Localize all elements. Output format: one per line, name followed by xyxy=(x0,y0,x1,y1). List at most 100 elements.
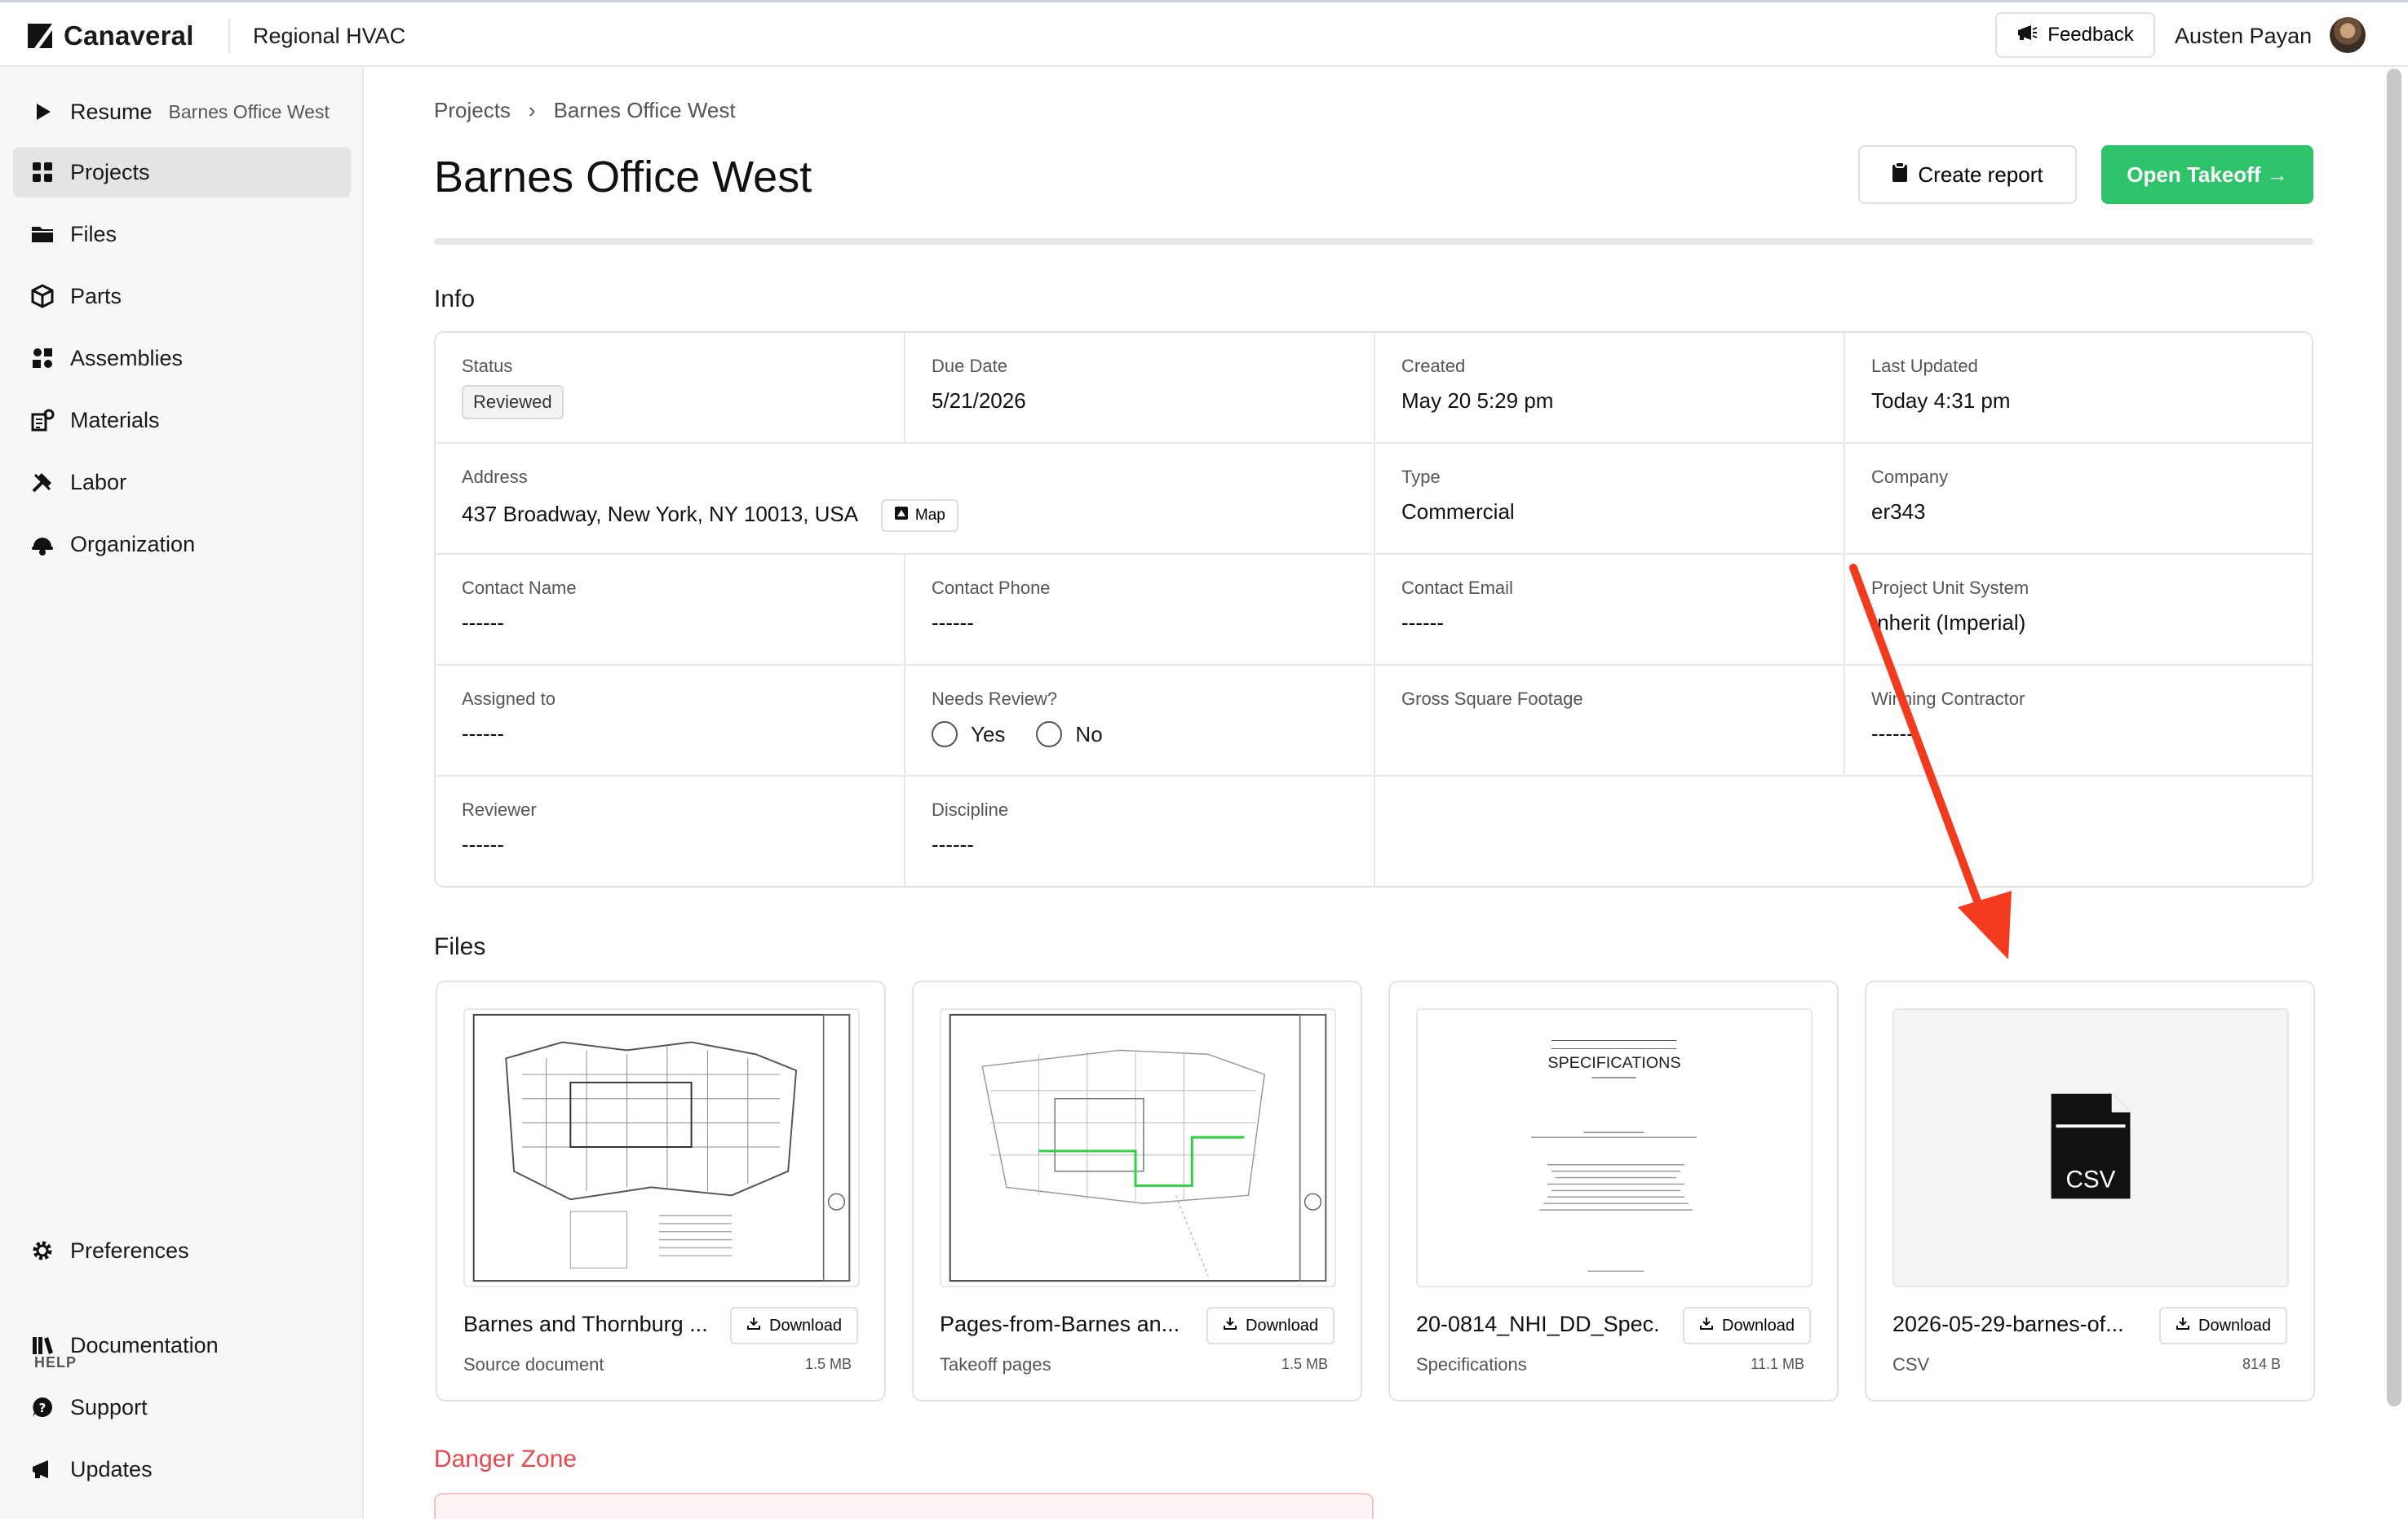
discipline-cell[interactable]: Discipline ------ xyxy=(905,777,1375,886)
created-cell: Created May 20 5:29 pm xyxy=(1375,333,1845,444)
file-card[interactable]: Pages-from-Barnes an... Download Takeoff… xyxy=(912,981,1362,1402)
file-thumbnail[interactable]: CSV xyxy=(1892,1008,2289,1287)
blueprint-thumbnail xyxy=(472,1013,851,1282)
sidebar-item-organization[interactable]: Organization xyxy=(13,519,351,569)
resume-project: Barnes Office West xyxy=(168,100,330,122)
sidebar-item-label: Labor xyxy=(70,469,127,494)
download-button[interactable]: Download xyxy=(1683,1307,1811,1344)
file-thumbnail[interactable] xyxy=(463,1008,860,1287)
sidebar-item-documentation[interactable]: Documentation xyxy=(13,1320,351,1371)
contact-phone-value: ------ xyxy=(932,610,974,635)
sidebar-item-preferences[interactable]: Preferences xyxy=(13,1225,351,1276)
map-label: Map xyxy=(914,507,945,524)
avatar[interactable] xyxy=(2330,17,2366,53)
contact-email-cell[interactable]: Contact Email ------ xyxy=(1375,555,1845,666)
discipline-label: Discipline xyxy=(932,799,1009,820)
file-card[interactable]: Barnes and Thornburg ... Download Source… xyxy=(436,981,886,1402)
play-icon xyxy=(29,99,55,125)
assemblies-icon xyxy=(29,345,55,371)
file-name[interactable]: 20-0814_NHI_DD_Spec... xyxy=(1416,1312,1661,1337)
contact-email-value: ------ xyxy=(1401,610,1444,635)
sidebar-item-materials[interactable]: Materials xyxy=(13,395,351,445)
danger-zone-panel xyxy=(434,1493,1374,1519)
address-label: Address xyxy=(462,467,528,487)
file-name[interactable]: Pages-from-Barnes an... xyxy=(940,1312,1184,1337)
download-button[interactable]: Download xyxy=(730,1307,858,1344)
unit-system-cell[interactable]: Project Unit System Inherit (Imperial) xyxy=(1845,555,2312,666)
contact-name-value: ------ xyxy=(462,610,504,635)
due-date-value: 5/21/2026 xyxy=(932,388,1026,413)
type-value: Commercial xyxy=(1401,499,1515,524)
open-takeoff-button[interactable]: Open Takeoff → xyxy=(2101,145,2313,204)
sidebar-item-projects[interactable]: Projects xyxy=(13,147,351,197)
reviewer-value: ------ xyxy=(462,832,504,857)
csv-file-icon: CSV xyxy=(2051,1093,2131,1199)
status-badge[interactable]: Reviewed xyxy=(462,385,564,419)
file-size: 814 B xyxy=(2242,1356,2281,1372)
last-updated-label: Last Updated xyxy=(1871,356,1978,376)
megaphone-icon xyxy=(2016,24,2038,47)
sidebar-item-labor[interactable]: Labor xyxy=(13,457,351,507)
breadcrumb-current: Barnes Office West xyxy=(553,98,736,122)
file-card[interactable]: SPECIFICATIONS 20-0814_NHI_DD_Spec... Do… xyxy=(1388,981,1839,1402)
grid-icon xyxy=(29,159,55,185)
sidebar-item-assemblies[interactable]: Assemblies xyxy=(13,333,351,383)
sidebar-item-files[interactable]: Files xyxy=(13,209,351,259)
user-name[interactable]: Austen Payan xyxy=(2175,24,2312,49)
sidebar-item-label: Organization xyxy=(70,531,196,556)
sidebar-item-updates[interactable]: Updates xyxy=(13,1444,351,1495)
file-size: 11.1 MB xyxy=(1751,1356,1804,1372)
due-date-cell[interactable]: Due Date 5/21/2026 xyxy=(905,333,1375,444)
needs-review-cell: Needs Review? Yes No xyxy=(905,666,1375,777)
feedback-label: Feedback xyxy=(2047,24,2134,46)
files-section-title: Files xyxy=(434,933,486,960)
reviewer-cell[interactable]: Reviewer ------ xyxy=(436,777,905,886)
gross-sqft-cell[interactable]: Gross Square Footage xyxy=(1375,666,1845,777)
file-type: Specifications xyxy=(1416,1354,1527,1375)
map-icon xyxy=(894,506,909,525)
contact-name-cell[interactable]: Contact Name ------ xyxy=(436,555,905,666)
file-card[interactable]: CSV 2026-05-29-barnes-of... Download CSV… xyxy=(1865,981,2315,1402)
breadcrumb-projects-link[interactable]: Projects xyxy=(434,98,511,123)
needs-review-radio-group: Yes No xyxy=(932,721,1374,747)
reviewer-label: Reviewer xyxy=(462,799,537,820)
chat-icon: ? xyxy=(29,1394,55,1420)
top-divider xyxy=(228,19,230,53)
contact-phone-cell[interactable]: Contact Phone ------ xyxy=(905,555,1375,666)
map-button[interactable]: Map xyxy=(880,499,958,532)
no-radio[interactable] xyxy=(1036,721,1063,747)
assigned-cell[interactable]: Assigned to ------ xyxy=(436,666,905,777)
sidebar-item-label: Files xyxy=(70,221,117,246)
create-report-button[interactable]: Create report xyxy=(1858,145,2077,204)
sidebar-item-support[interactable]: ? Support xyxy=(13,1382,351,1433)
download-icon xyxy=(1699,1316,1714,1335)
open-takeoff-label: Open Takeoff → xyxy=(2127,162,2288,187)
no-label[interactable]: No xyxy=(1075,722,1102,747)
gross-sqft-label: Gross Square Footage xyxy=(1401,689,1583,709)
company-cell[interactable]: Company er343 xyxy=(1845,444,2312,555)
yes-radio[interactable] xyxy=(932,721,958,747)
takeoff-thumbnail xyxy=(949,1013,1327,1282)
type-cell[interactable]: Type Commercial xyxy=(1375,444,1845,555)
file-name[interactable]: 2026-05-29-barnes-of... xyxy=(1892,1312,2137,1337)
yes-label[interactable]: Yes xyxy=(971,722,1005,747)
file-name[interactable]: Barnes and Thornburg ... xyxy=(463,1312,708,1337)
page-scrollbar[interactable] xyxy=(2387,69,2401,1406)
download-label: Download xyxy=(2198,1316,2271,1335)
download-button[interactable]: Download xyxy=(2159,1307,2287,1344)
sidebar-item-label: Assemblies xyxy=(70,345,184,370)
unit-system-value: Inherit (Imperial) xyxy=(1871,610,2026,635)
org-name[interactable]: Regional HVAC xyxy=(253,24,405,49)
sidebar-item-resume[interactable]: Resume Barnes Office West xyxy=(13,86,351,137)
feedback-button[interactable]: Feedback xyxy=(1995,12,2155,58)
cube-icon xyxy=(29,283,55,309)
due-date-label: Due Date xyxy=(932,356,1007,376)
file-thumbnail[interactable]: SPECIFICATIONS xyxy=(1416,1008,1813,1287)
winning-contractor-cell[interactable]: Winning Contractor ------ xyxy=(1845,666,2312,777)
file-thumbnail[interactable] xyxy=(940,1008,1336,1287)
download-button[interactable]: Download xyxy=(1206,1307,1335,1344)
address-cell[interactable]: Address 437 Broadway, New York, NY 10013… xyxy=(436,444,1375,555)
app-logo[interactable]: Canaveral xyxy=(28,20,194,51)
sidebar-item-parts[interactable]: Parts xyxy=(13,271,351,321)
download-icon xyxy=(1223,1316,1237,1335)
